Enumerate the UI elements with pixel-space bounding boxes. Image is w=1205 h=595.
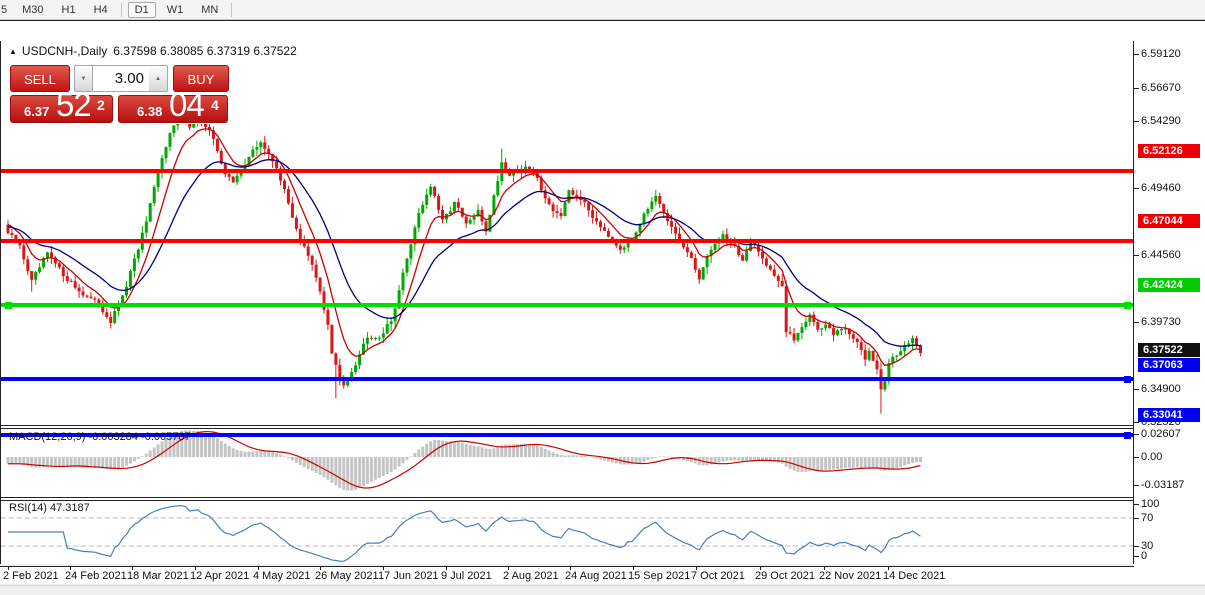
price-axis-tick-label: 70 — [1141, 512, 1153, 524]
timeframe-button-m30[interactable]: M30 — [15, 2, 50, 18]
sell-price-display[interactable]: 6.37 52 2 — [10, 95, 113, 123]
price-axis-tick-label: 100 — [1141, 498, 1159, 510]
axis-tick-mark — [1134, 504, 1139, 505]
buy-price-prefix: 6.38 — [137, 104, 162, 119]
macd-label: MACD(12,26,9) -0.003284 -0.005787 — [9, 431, 191, 443]
price-tag-6.37063: 6.37063 — [1138, 358, 1200, 372]
mt4-terminal-window: 5M30 H1H4 D1W1MN ▲ USDCNH-,Daily 6.37598 6.3… — [0, 0, 1205, 595]
macd-pane-top-border — [0, 428, 1134, 429]
toolbar-separator — [121, 3, 122, 17]
date-axis: 2 Feb 2021 24 Feb 202118 Mar 202112 Apr 2… — [0, 567, 1134, 584]
date-axis-label: 15 Sep 2021 — [628, 570, 690, 582]
timeframe-button-h4[interactable]: H4 — [87, 2, 115, 18]
price-axis-tick-label: 0 — [1141, 550, 1147, 562]
date-axis-label: 17 Jun 2021 — [378, 570, 439, 582]
price-level-line-6.52126[interactable] — [1, 169, 1133, 173]
timeframe-toolbar: 5M30 H1H4 D1W1MN — [0, 0, 1205, 20]
date-axis-label: 26 May 2021 — [315, 570, 379, 582]
rsi-indicator-canvas — [0, 500, 1134, 566]
price-axis-tick-label: 6.49460 — [1141, 182, 1181, 194]
chart-ohlc-values: 6.37598 6.38085 6.37319 6.37522 — [113, 44, 297, 58]
volume-increase-button[interactable]: ▲ — [149, 65, 168, 92]
timeframe-button-h1[interactable]: H1 — [55, 2, 83, 18]
timeframe-button-5[interactable]: 5 — [0, 2, 11, 18]
price-axis: 6.59120 6.56670 6.54290 6.49460 6.44560 6.397… — [1134, 42, 1205, 584]
price-tag-6.42424: 6.42424 — [1138, 278, 1200, 292]
axis-tick-mark — [1134, 322, 1139, 323]
rsi-label: RSI(14) 47.3187 — [9, 502, 90, 514]
axis-tick-mark — [1134, 422, 1139, 423]
line-drag-handle[interactable] — [1124, 302, 1131, 309]
pane-splitter[interactable] — [0, 425, 1134, 426]
date-axis-label: 18 Mar 2021 — [127, 570, 189, 582]
price-tag-6.47044: 6.47044 — [1138, 214, 1200, 228]
axis-tick-mark — [1134, 546, 1139, 547]
axis-tick-mark — [1134, 485, 1139, 486]
axis-tick-mark — [1134, 457, 1139, 458]
price-tag-6.33041: 6.33041 — [1138, 408, 1200, 422]
collapse-panel-icon[interactable]: ▲ — [9, 47, 17, 56]
axis-tick-mark — [1134, 556, 1139, 557]
price-tag-6.37522: 6.37522 — [1138, 343, 1200, 357]
price-axis-tick-label: -0.03187 — [1141, 479, 1184, 491]
date-axis-label: 4 May 2021 — [253, 570, 310, 582]
one-click-trading-panel: SELL ▼ ▲ BUY 6.37 52 2 6.38 04 4 — [6, 63, 234, 124]
volume-input[interactable] — [93, 65, 149, 92]
price-tag-6.52126: 6.52126 — [1138, 144, 1200, 158]
price-axis-tick-label: 6.56670 — [1141, 82, 1181, 94]
rsi-pane-top-border — [0, 500, 1134, 501]
date-axis-label: 14 Dec 2021 — [883, 570, 945, 582]
axis-tick-mark — [1134, 121, 1139, 122]
axis-tick-mark — [1134, 54, 1139, 55]
chart-window: ▲ USDCNH-,Daily 6.37598 6.38085 6.37319 6.… — [0, 20, 1205, 564]
axis-tick-mark — [1134, 389, 1139, 390]
sell-price-pip-digit: 2 — [97, 97, 105, 113]
status-bar — [0, 585, 1205, 595]
sell-price-prefix: 6.37 — [24, 104, 49, 119]
chart-title: ▲ USDCNH-,Daily 6.37598 6.38085 6.37319 6.… — [9, 44, 297, 58]
line-drag-handle[interactable] — [5, 302, 12, 309]
buy-price-pip-digit: 4 — [211, 97, 219, 113]
price-level-line-6.37063[interactable] — [1, 377, 1133, 381]
line-drag-handle[interactable] — [1124, 432, 1131, 439]
price-axis-tick-label: 6.39730 — [1141, 316, 1181, 328]
axis-tick-mark — [1134, 255, 1139, 256]
date-axis-label: 22 Nov 2021 — [819, 570, 881, 582]
price-axis-tick-label: 6.34900 — [1141, 383, 1181, 395]
pane-splitter[interactable] — [0, 497, 1134, 498]
date-axis-label: 29 Oct 2021 — [755, 570, 815, 582]
line-drag-handle[interactable] — [1124, 376, 1131, 383]
axis-tick-mark — [1134, 88, 1139, 89]
price-axis-tick-label: 0.00 — [1141, 451, 1162, 463]
axis-tick-mark — [1134, 188, 1139, 189]
price-axis-tick-label: 0.02607 — [1141, 428, 1181, 440]
price-level-line-6.42424[interactable] — [1, 303, 1133, 307]
date-axis-label: 24 Feb 2021 — [65, 570, 127, 582]
axis-tick-mark — [1134, 434, 1139, 435]
date-axis-label: 2 Feb 2021 — [3, 570, 59, 582]
price-level-line-6.47044[interactable] — [1, 239, 1133, 243]
price-axis-tick-label: 6.54290 — [1141, 115, 1181, 127]
timeframe-button-d1[interactable]: D1 — [128, 2, 156, 18]
price-axis-tick-label: 6.44560 — [1141, 249, 1181, 261]
date-axis-label: 7 Oct 2021 — [691, 570, 745, 582]
sell-price-big-digits: 52 — [56, 86, 91, 124]
price-axis-tick-label: 6.59120 — [1141, 48, 1181, 60]
timeframe-button-w1[interactable]: W1 — [160, 2, 191, 18]
date-axis-label: 2 Aug 2021 — [503, 570, 559, 582]
buy-price-display[interactable]: 6.38 04 4 — [118, 95, 228, 123]
date-axis-label: 24 Aug 2021 — [565, 570, 627, 582]
axis-tick-mark — [1134, 518, 1139, 519]
buy-price-big-digits: 04 — [169, 86, 204, 124]
chart-symbol-label: USDCNH-,Daily — [22, 44, 107, 58]
date-axis-label: 12 Apr 2021 — [190, 570, 249, 582]
date-axis-label: 9 Jul 2021 — [441, 570, 492, 582]
toolbar-separator — [231, 3, 232, 17]
timeframe-button-mn[interactable]: MN — [194, 2, 225, 18]
